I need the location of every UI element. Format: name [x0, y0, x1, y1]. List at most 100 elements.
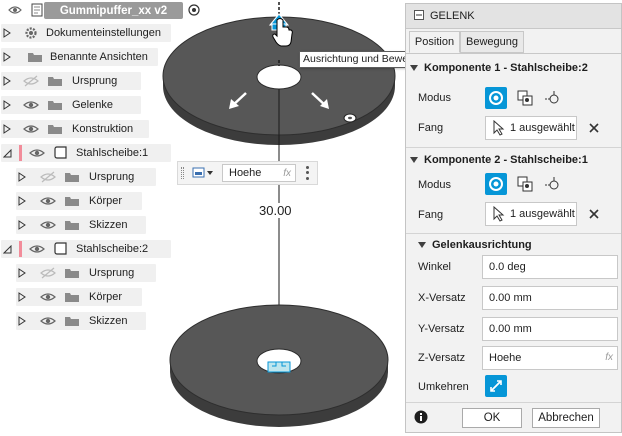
drag-handle[interactable]	[181, 167, 184, 179]
snap-label: Fang	[418, 122, 444, 134]
simple-mode-icon	[489, 177, 503, 191]
tree-item-sketches-1[interactable]: Skizzen	[17, 215, 128, 235]
more-options-icon[interactable]	[304, 165, 310, 181]
eye-hidden-icon[interactable]	[39, 171, 57, 183]
expand-arrow-icon[interactable]	[2, 99, 12, 111]
eye-icon[interactable]	[39, 219, 57, 231]
eye-hidden-icon[interactable]	[39, 267, 57, 279]
tree-item-document-settings[interactable]: Dokumenteinstellungen	[2, 23, 161, 43]
expand-arrow-icon[interactable]	[2, 51, 12, 63]
snap-select-button-1[interactable]: 1 ausgewählt	[485, 116, 577, 140]
tree-item-bodies-2[interactable]: Körper	[17, 287, 122, 307]
target-icon[interactable]	[188, 4, 200, 19]
expand-arrow-icon[interactable]	[17, 219, 27, 231]
mode-two-edge-intersection-button[interactable]	[541, 173, 563, 195]
select-cursor-icon	[493, 206, 505, 222]
tree-item-origin[interactable]: Ursprung	[2, 71, 117, 91]
x-offset-value: 0.00 mm	[489, 292, 532, 304]
tree-item-component-stahlscheibe-1[interactable]: Stahlscheibe:1	[2, 143, 148, 163]
alignment-section-header[interactable]: Gelenkausrichtung	[410, 237, 532, 253]
component-icon	[52, 146, 70, 160]
y-offset-input[interactable]: 0.00 mm	[482, 317, 618, 341]
section-title: Komponente 2 - Stahlscheibe:1	[424, 154, 588, 166]
y-offset-label: Y-Versatz	[418, 323, 465, 335]
tree-label: Körper	[89, 195, 123, 207]
snap-select-button-2[interactable]: 1 ausgewählt	[485, 202, 577, 226]
folder-icon	[63, 219, 81, 231]
expand-arrow-icon[interactable]	[17, 171, 27, 183]
tree-item-origin-2[interactable]: Ursprung	[17, 263, 134, 283]
component1-section-header[interactable]: Komponente 1 - Stahlscheibe:2	[410, 60, 588, 76]
canvas-viewport[interactable]: 30.00 Hoehe fx Ausrichtung und Bewegung …	[0, 0, 546, 436]
tree-item-joints[interactable]: Gelenke	[2, 95, 113, 115]
tree-item-sketches-2[interactable]: Skizzen	[17, 311, 128, 331]
eye-icon[interactable]	[7, 5, 23, 15]
expand-arrow-icon[interactable]	[17, 291, 27, 303]
mode-two-edge-intersection-button[interactable]	[541, 87, 563, 109]
bottom-washer[interactable]	[169, 304, 389, 427]
info-icon[interactable]	[414, 410, 428, 424]
simple-mode-icon	[489, 91, 503, 105]
tree-item-origin-1[interactable]: Ursprung	[17, 167, 134, 187]
tree-item-bodies-1[interactable]: Körper	[17, 191, 122, 211]
collapse-arrow-icon[interactable]	[2, 147, 12, 159]
folder-icon	[63, 267, 81, 279]
eye-icon[interactable]	[39, 291, 57, 303]
eye-icon[interactable]	[39, 195, 57, 207]
ok-button[interactable]: OK	[462, 408, 522, 428]
expand-arrow-icon[interactable]	[17, 267, 27, 279]
tab-position[interactable]: Position	[409, 31, 460, 53]
mode-between-two-faces-button[interactable]	[514, 173, 536, 195]
expand-arrow-icon[interactable]	[17, 315, 27, 327]
collapse-triangle-icon[interactable]	[410, 65, 418, 71]
component2-section-header[interactable]: Komponente 2 - Stahlscheibe:1	[410, 152, 588, 168]
collapse-triangle-icon[interactable]	[418, 242, 426, 248]
cancel-button[interactable]: Abbrechen	[532, 408, 600, 428]
dialog-header[interactable]: GELENK	[406, 4, 621, 29]
angle-input[interactable]: 0.0 deg	[482, 255, 618, 279]
z-offset-mini-toolbar: Hoehe fx	[177, 161, 318, 185]
mode-simple-button[interactable]	[485, 173, 507, 195]
expand-arrow-icon[interactable]	[17, 195, 27, 207]
collapse-arrow-icon[interactable]	[2, 243, 12, 255]
tree-item-named-views[interactable]: Benannte Ansichten	[2, 47, 148, 67]
collapse-triangle-icon[interactable]	[410, 157, 418, 163]
tab-motion[interactable]: Bewegung	[460, 31, 524, 53]
dimension-value[interactable]: 30.00	[259, 203, 292, 218]
tree-label: Benannte Ansichten	[50, 51, 148, 63]
folder-icon	[46, 75, 64, 87]
document-title[interactable]: Gummipuffer_xx v2	[44, 2, 183, 19]
dialog-collapse-icon[interactable]	[414, 9, 424, 23]
folder-icon	[63, 171, 81, 183]
eye-hidden-icon[interactable]	[22, 75, 40, 87]
expand-arrow-icon[interactable]	[2, 75, 12, 87]
eye-icon[interactable]	[22, 99, 40, 111]
clear-selection-icon[interactable]	[588, 122, 600, 134]
x-offset-input[interactable]: 0.00 mm	[482, 286, 618, 310]
document-row[interactable]	[7, 0, 23, 20]
image-dropdown-icon[interactable]	[192, 167, 214, 182]
eye-icon[interactable]	[22, 123, 40, 135]
mode-simple-button[interactable]	[485, 87, 507, 109]
expand-arrow-icon[interactable]	[2, 27, 12, 39]
folder-icon	[63, 195, 81, 207]
two-faces-icon	[517, 176, 533, 192]
tree-label: Ursprung	[72, 75, 118, 87]
tab-label: Bewegung	[466, 36, 518, 48]
mini-input-value: Hoehe	[229, 167, 262, 179]
z-offset-mini-input[interactable]: Hoehe fx	[222, 164, 296, 182]
folder-icon	[63, 315, 81, 327]
eye-icon[interactable]	[28, 243, 46, 255]
expand-arrow-icon[interactable]	[2, 123, 12, 135]
eye-icon[interactable]	[28, 147, 46, 159]
tree-label: Dokumenteinstellungen	[46, 27, 161, 39]
tree-item-component-stahlscheibe-2[interactable]: Stahlscheibe:2	[2, 239, 148, 259]
flip-button[interactable]	[485, 375, 507, 397]
z-offset-input[interactable]: Hoehe fx	[482, 346, 618, 370]
eye-icon[interactable]	[39, 315, 57, 327]
clear-selection-icon[interactable]	[588, 208, 600, 220]
mode-between-two-faces-button[interactable]	[514, 87, 536, 109]
section-title: Komponente 1 - Stahlscheibe:2	[424, 62, 588, 74]
tree-item-construction[interactable]: Konstruktion	[2, 119, 133, 139]
component-icon	[52, 242, 70, 256]
